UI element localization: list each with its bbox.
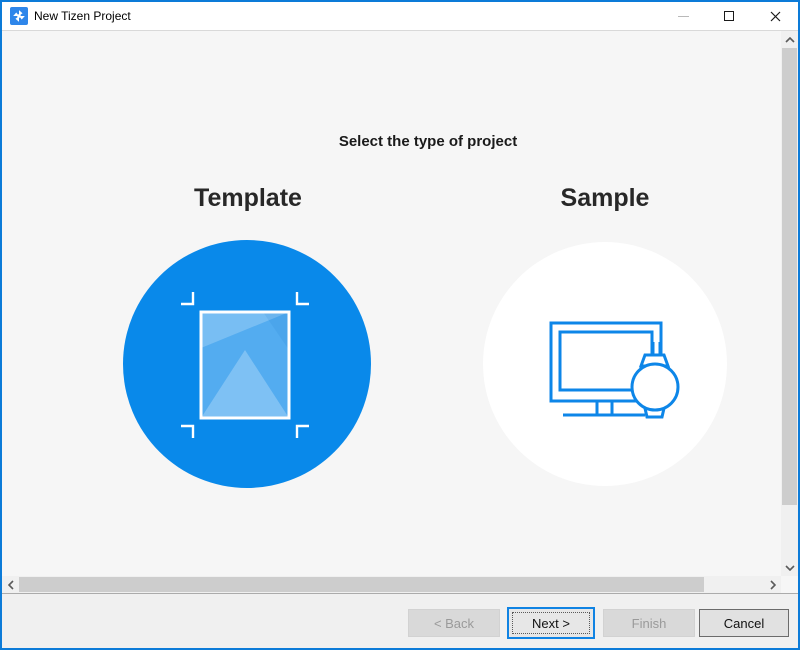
template-icon bbox=[123, 240, 371, 488]
sample-option-label: Sample bbox=[481, 184, 729, 213]
next-button[interactable]: Next > bbox=[507, 607, 595, 639]
titlebar: New Tizen Project bbox=[2, 2, 798, 31]
new-tizen-project-window: New Tizen Project Select the type of pro… bbox=[0, 0, 800, 650]
maximize-button[interactable] bbox=[706, 2, 752, 30]
close-button[interactable] bbox=[752, 2, 798, 30]
cancel-button[interactable]: Cancel bbox=[699, 609, 789, 637]
scroll-right-button[interactable] bbox=[764, 576, 781, 593]
scroll-left-button[interactable] bbox=[2, 576, 19, 593]
scroll-up-button[interactable] bbox=[781, 31, 798, 48]
template-option-label: Template bbox=[123, 184, 373, 213]
caption-buttons bbox=[660, 2, 798, 30]
window-title: New Tizen Project bbox=[34, 9, 660, 23]
minimize-button[interactable] bbox=[660, 2, 706, 30]
maximize-icon bbox=[724, 11, 734, 21]
finish-button[interactable]: Finish bbox=[603, 609, 695, 637]
vertical-scrollbar-thumb[interactable] bbox=[782, 48, 797, 505]
minimize-icon bbox=[678, 16, 689, 17]
chevron-down-icon bbox=[785, 565, 795, 571]
horizontal-scrollbar[interactable] bbox=[2, 576, 781, 593]
template-option-button[interactable] bbox=[123, 240, 371, 488]
page-title: Select the type of project bbox=[78, 133, 778, 150]
close-icon bbox=[770, 11, 781, 22]
horizontal-scrollbar-thumb[interactable] bbox=[19, 577, 704, 592]
wizard-buttonbar: < Back Next > Finish Cancel bbox=[2, 594, 798, 648]
scroll-down-button[interactable] bbox=[781, 559, 798, 576]
chevron-left-icon bbox=[8, 580, 14, 590]
wizard-content: Select the type of project Template Samp… bbox=[2, 31, 781, 576]
back-button[interactable]: < Back bbox=[408, 609, 500, 637]
vertical-scrollbar[interactable] bbox=[781, 31, 798, 576]
chevron-right-icon bbox=[770, 580, 776, 590]
tizen-logo-icon bbox=[10, 7, 28, 25]
chevron-up-icon bbox=[785, 37, 795, 43]
sample-icon bbox=[483, 242, 727, 486]
sample-option-button[interactable] bbox=[483, 242, 727, 486]
